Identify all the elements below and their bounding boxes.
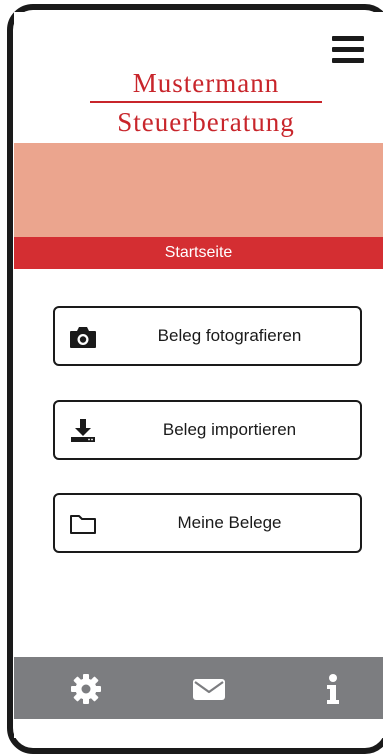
page-title: Startseite — [14, 237, 383, 269]
brand-logo: Mustermann Steuerberatung — [90, 67, 322, 138]
download-icon — [71, 419, 95, 442]
info-icon[interactable] — [316, 673, 350, 705]
brand-name: Mustermann — [132, 68, 280, 98]
brand-divider — [90, 101, 322, 103]
gear-icon[interactable] — [69, 673, 103, 705]
my-receipts-button[interactable]: Meine Belege — [53, 493, 362, 553]
folder-icon — [70, 515, 96, 534]
brand-subtitle: Steuerberatung — [117, 107, 295, 137]
hamburger-menu-icon[interactable] — [332, 36, 364, 66]
photograph-receipt-button[interactable]: Beleg fotografieren — [53, 306, 362, 366]
hero-banner — [14, 143, 383, 237]
my-receipts-label: Meine Belege — [177, 513, 282, 532]
photograph-receipt-label: Beleg fotografieren — [157, 326, 302, 345]
import-receipt-button[interactable]: Beleg importieren — [53, 400, 362, 460]
import-receipt-label: Beleg importieren — [162, 420, 297, 439]
envelope-icon[interactable] — [192, 673, 226, 705]
app-screen: Mustermann Steuerberatung Startseite Bel… — [14, 12, 383, 738]
bottom-toolbar — [14, 657, 383, 719]
camera-icon — [70, 327, 96, 348]
